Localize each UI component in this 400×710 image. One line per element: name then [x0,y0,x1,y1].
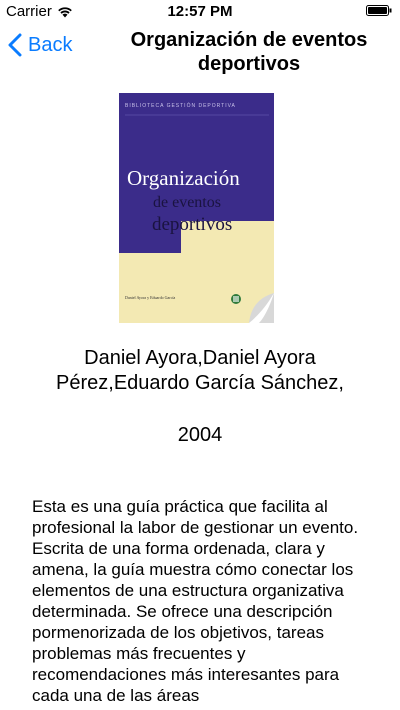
page-title-line-1: Organización de eventos [130,29,368,51]
authors-line-2: Pérez,Eduardo García Sánchez, [56,372,344,394]
status-bar: Carrier 12:57 PM [0,0,400,22]
chevron-left-icon [8,33,22,57]
navigation-bar: Back Organización de eventos deportivos [0,22,400,82]
authors-line-1: Daniel Ayora,Daniel Ayora [84,347,316,369]
back-button[interactable]: Back [8,33,72,57]
book-authors: Daniel Ayora,Daniel Ayora Pérez,Eduardo … [20,346,380,396]
book-description: Esta es una guía práctica que facilita a… [32,497,359,705]
cover-title-line-2: de eventos [153,194,221,211]
cover-title-line-1: Organización [127,166,240,190]
book-cover-image: BIBLIOTECA GESTIÓN DEPORTIVA Organizació… [119,93,274,323]
battery-icon [366,5,392,16]
book-cover: BIBLIOTECA GESTIÓN DEPORTIVA Organizació… [119,93,274,323]
cover-authors-text: Daniel Ayora y Eduardo García [125,295,176,300]
status-time: 12:57 PM [167,3,233,20]
back-label: Back [28,33,73,56]
page-title: Organización de eventos deportivos [110,28,388,76]
cover-series-text: BIBLIOTECA GESTIÓN DEPORTIVA [125,102,236,109]
page-title-line-2: deportivos [197,53,301,75]
publication-year: 2004 [177,424,223,446]
cover-title-line-3: deportivos [152,214,232,235]
publisher-logo-icon [231,294,241,304]
